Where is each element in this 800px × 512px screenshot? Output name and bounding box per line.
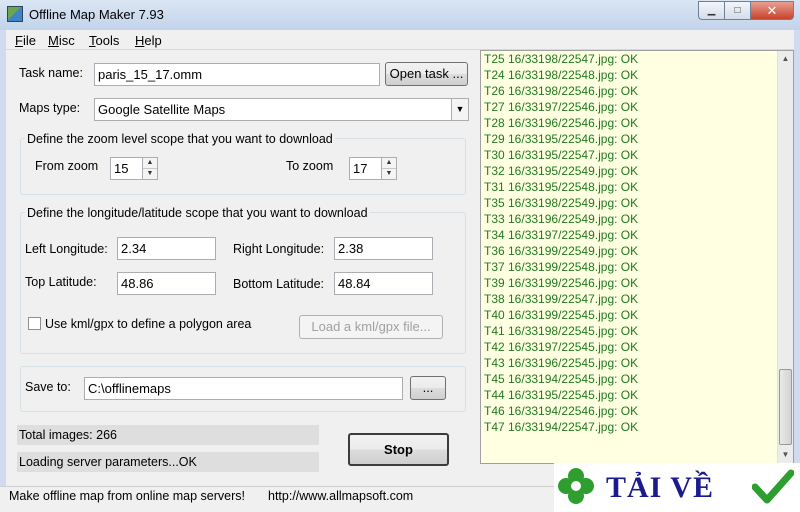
scroll-down-icon[interactable]: ▼ [778, 447, 793, 463]
watermark-text: TẢI VỀ [606, 471, 714, 504]
spin-up-icon[interactable]: ▲ [143, 158, 157, 169]
log-line: T40 16/33199/22545.jpg: OK [484, 308, 639, 322]
kml-checkbox-label: Use kml/gpx to define a polygon area [45, 317, 252, 331]
total-images-text: Total images: 266 [17, 425, 319, 445]
app-map-icon [7, 6, 23, 22]
from-zoom-spinner[interactable]: ▲ ▼ [143, 157, 158, 180]
stop-button[interactable]: Stop [348, 433, 449, 466]
minimize-button[interactable]: ▁ [698, 1, 724, 20]
log-line: T28 16/33196/22546.jpg: OK [484, 116, 639, 130]
log-line: T27 16/33197/22546.jpg: OK [484, 100, 639, 114]
spin-down-icon[interactable]: ▼ [382, 169, 396, 180]
bottom-latitude-label: Bottom Latitude: [233, 277, 325, 291]
spin-down-icon[interactable]: ▼ [143, 169, 157, 180]
menu-file[interactable]: File [15, 33, 36, 48]
status-message: Make offline map from online map servers… [9, 489, 245, 503]
maximize-icon: □ [734, 5, 741, 16]
status-url[interactable]: http://www.allmapsoft.com [268, 489, 413, 503]
loading-status-text: Loading server parameters...OK [17, 452, 319, 472]
lonlat-group-title: Define the longitude/latitude scope that… [25, 206, 370, 220]
log-line: T46 16/33194/22546.jpg: OK [484, 404, 639, 418]
window-title: Offline Map Maker 7.93 [29, 7, 164, 22]
log-scrollbar[interactable]: ▲ ▼ [777, 51, 793, 463]
log-line: T25 16/33198/22547.jpg: OK [484, 52, 639, 66]
checkmark-icon [752, 469, 794, 504]
bottom-latitude-input[interactable]: 48.84 [334, 272, 433, 295]
log-line: T35 16/33198/22549.jpg: OK [484, 196, 639, 210]
log-line: T36 16/33199/22549.jpg: OK [484, 244, 639, 258]
from-zoom-input[interactable]: 15 [110, 157, 143, 180]
log-line: T39 16/33199/22546.jpg: OK [484, 276, 639, 290]
save-path-input[interactable]: C:\offlinemaps [84, 377, 403, 400]
task-name-input[interactable]: paris_15_17.omm [94, 63, 380, 86]
maps-type-select[interactable]: Google Satellite Maps ▼ [94, 98, 469, 121]
log-line: T41 16/33198/22545.jpg: OK [484, 324, 639, 338]
left-longitude-label: Left Longitude: [25, 242, 108, 256]
log-line: T31 16/33195/22548.jpg: OK [484, 180, 639, 194]
log-line: T24 16/33198/22548.jpg: OK [484, 68, 639, 82]
left-longitude-input[interactable]: 2.34 [117, 237, 216, 260]
kml-checkbox[interactable] [28, 317, 41, 330]
log-line: T30 16/33195/22547.jpg: OK [484, 148, 639, 162]
right-longitude-input[interactable]: 2.38 [334, 237, 433, 260]
to-zoom-spinner[interactable]: ▲ ▼ [382, 157, 397, 180]
menu-help[interactable]: Help [135, 33, 162, 48]
open-task-button[interactable]: Open task ... [385, 62, 468, 86]
top-latitude-input[interactable]: 48.86 [117, 272, 216, 295]
save-to-label: Save to: [25, 380, 71, 394]
to-zoom-label: To zoom [286, 159, 334, 173]
maps-type-label: Maps type: [19, 101, 81, 115]
log-line: T42 16/33197/22545.jpg: OK [484, 340, 639, 354]
menu-bar: File Misc Tools Help [6, 30, 794, 50]
window-controls: ▁ □ ✕ [698, 1, 794, 20]
scroll-thumb[interactable] [779, 369, 792, 445]
log-line: T38 16/33199/22547.jpg: OK [484, 292, 639, 306]
log-line: T26 16/33198/22546.jpg: OK [484, 84, 639, 98]
log-line: T37 16/33199/22548.jpg: OK [484, 260, 639, 274]
maximize-button[interactable]: □ [724, 1, 750, 20]
close-icon: ✕ [766, 3, 778, 18]
menu-tools[interactable]: Tools [89, 33, 119, 48]
log-line: T29 16/33195/22546.jpg: OK [484, 132, 639, 146]
scroll-up-icon[interactable]: ▲ [778, 51, 793, 67]
load-kml-button[interactable]: Load a kml/gpx file... [299, 315, 443, 339]
log-line: T47 16/33194/22547.jpg: OK [484, 420, 639, 434]
title-bar[interactable]: Offline Map Maker 7.93 ▁ □ ✕ [0, 0, 800, 30]
log-line: T43 16/33196/22545.jpg: OK [484, 356, 639, 370]
maps-type-value: Google Satellite Maps [98, 102, 226, 117]
right-longitude-label: Right Longitude: [233, 242, 325, 256]
task-name-label: Task name: [19, 66, 83, 80]
from-zoom-label: From zoom [35, 159, 99, 173]
log-line: T32 16/33195/22549.jpg: OK [484, 164, 639, 178]
watermark: TẢI VỀ [554, 463, 800, 512]
menu-misc[interactable]: Misc [48, 33, 75, 48]
to-zoom-input[interactable]: 17 [349, 157, 382, 180]
top-latitude-label: Top Latitude: [25, 275, 97, 289]
minimize-icon: ▁ [707, 5, 716, 16]
close-button[interactable]: ✕ [750, 1, 794, 20]
download-log[interactable]: T25 16/33198/22547.jpg: OK T24 16/33198/2… [480, 50, 794, 464]
clover-icon [558, 468, 594, 504]
zoom-group-title: Define the zoom level scope that you wan… [25, 132, 335, 146]
spin-up-icon[interactable]: ▲ [382, 158, 396, 169]
main-panel: Task name: paris_15_17.omm Open task ...… [6, 50, 794, 486]
log-line: T33 16/33196/22549.jpg: OK [484, 212, 639, 226]
log-line: T45 16/33194/22545.jpg: OK [484, 372, 639, 386]
chevron-down-icon[interactable]: ▼ [451, 99, 468, 120]
log-line: T44 16/33195/22545.jpg: OK [484, 388, 639, 402]
log-line: T34 16/33197/22549.jpg: OK [484, 228, 639, 242]
browse-button[interactable]: ... [410, 376, 446, 400]
